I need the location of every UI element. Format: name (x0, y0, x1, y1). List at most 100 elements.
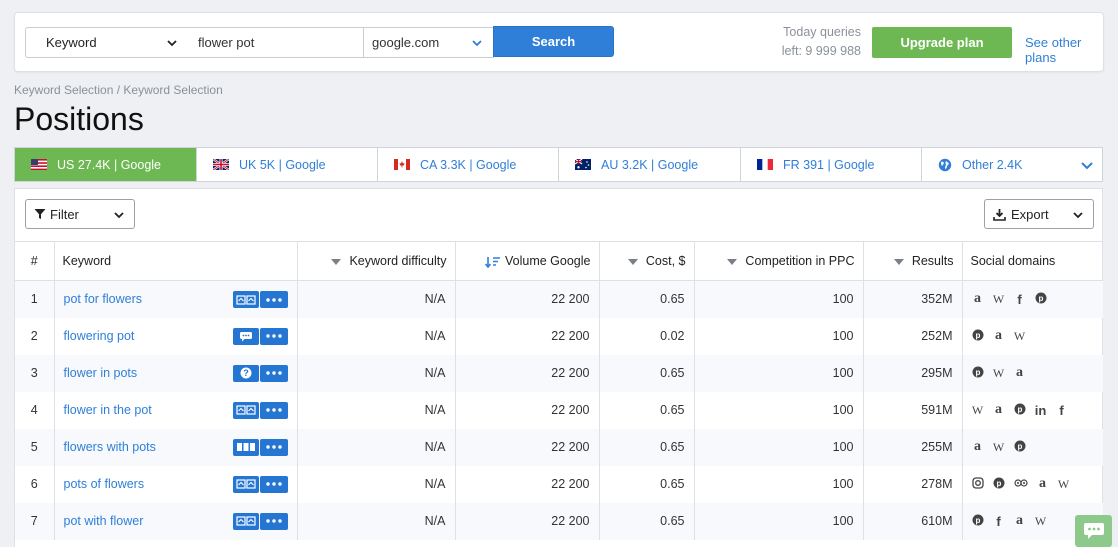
more-icon[interactable] (259, 291, 288, 308)
competition-cell: 100 (694, 502, 864, 540)
wikipedia-icon[interactable]: W (993, 292, 1005, 307)
keyword-link[interactable]: flowering pot (64, 329, 135, 343)
pinterest-icon[interactable]: p (1014, 403, 1026, 418)
keyword-link[interactable]: pot for flowers (64, 292, 143, 306)
facebook-icon[interactable]: f (1014, 292, 1026, 307)
volume-cell: 22 200 (455, 465, 600, 503)
amazon-icon[interactable]: a (972, 291, 984, 307)
wikipedia-icon[interactable]: W (972, 403, 984, 418)
table-row: 5 flowers with pots N/A 22 200 0.65 100 … (15, 428, 1103, 466)
chevron-down-icon[interactable] (1080, 159, 1094, 171)
facebook-icon[interactable]: f (1056, 403, 1068, 418)
competition-cell: 100 (694, 354, 864, 392)
col-header-difficulty-label: Keyword difficulty (349, 254, 447, 268)
more-icon[interactable] (259, 475, 288, 493)
facebook-icon[interactable]: f (993, 514, 1005, 529)
amazon-icon[interactable]: a (993, 328, 1005, 344)
wikipedia-icon[interactable]: W (1014, 329, 1026, 344)
tab-other[interactable]: Other 2.4K (922, 148, 1102, 181)
linkedin-icon[interactable]: in (1035, 403, 1047, 418)
keyword-actions (232, 512, 288, 530)
amazon-icon[interactable]: a (1014, 513, 1026, 529)
col-header-difficulty[interactable]: Keyword difficulty (297, 241, 456, 281)
col-header-volume[interactable]: Volume Google (455, 241, 600, 281)
tab-uk[interactable]: UK 5K | Google (197, 148, 378, 181)
competition-cell: 100 (694, 428, 864, 466)
keyword-link[interactable]: pot with flower (64, 514, 144, 528)
pinterest-icon[interactable]: p (1035, 292, 1047, 307)
svg-text:?: ? (243, 368, 249, 378)
keyword-link[interactable]: pots of flowers (64, 477, 145, 491)
tab-ca[interactable]: CA 3.3K | Google (378, 148, 559, 181)
tab-au[interactable]: AU 3.2K | Google (559, 148, 741, 181)
search-button[interactable]: Search (493, 26, 614, 57)
more-icon[interactable] (259, 364, 288, 382)
pinterest-icon[interactable]: p (972, 514, 984, 529)
keyword-link[interactable]: flower in the pot (64, 403, 152, 417)
results-cell: 352M (863, 280, 963, 318)
more-icon[interactable] (259, 327, 288, 345)
table-row: 2 flowering pot N/A 22 200 0.02 100 252M… (15, 317, 1103, 355)
see-other-plans-link[interactable]: See other plans (1025, 35, 1103, 65)
table-row: 6 pots of flowers N/A 22 200 0.65 100 27… (15, 465, 1103, 503)
tab-other-label: Other 2.4K (962, 157, 1023, 172)
col-header-num: # (15, 241, 55, 281)
chat-icon (1083, 523, 1104, 539)
export-button[interactable]: Export (984, 199, 1094, 229)
chat-button[interactable] (1075, 515, 1112, 547)
difficulty-cell: N/A (297, 465, 456, 503)
amazon-icon[interactable]: a (1014, 365, 1026, 381)
serp-compare-icon[interactable] (232, 401, 259, 419)
tripadvisor-icon[interactable] (1013, 477, 1028, 491)
results-cell: 255M (863, 428, 963, 466)
tab-fr[interactable]: FR 391 | Google (741, 148, 922, 181)
difficulty-cell: N/A (297, 391, 456, 429)
more-icon[interactable] (259, 401, 288, 419)
results-cell: 252M (863, 317, 963, 355)
pinterest-icon[interactable]: p (972, 329, 984, 344)
volume-cell: 22 200 (455, 317, 600, 355)
keyword-link[interactable]: flower in pots (64, 366, 138, 380)
table-row: 1 pot for flowers N/A 22 200 0.65 100 35… (15, 280, 1103, 318)
amazon-icon[interactable]: a (1037, 476, 1049, 492)
tab-us[interactable]: US 27.4K | Google (15, 148, 197, 181)
filter-button[interactable]: Filter (25, 199, 135, 229)
serp-compare-icon[interactable] (232, 475, 259, 493)
serp-compare-icon[interactable] (232, 512, 259, 530)
more-icon[interactable] (259, 438, 288, 456)
wikipedia-icon[interactable]: W (993, 366, 1005, 381)
pinterest-icon[interactable]: p (993, 477, 1005, 492)
columns-icon[interactable] (232, 438, 259, 456)
col-header-cost[interactable]: Cost, $ (599, 241, 695, 281)
row-number: 5 (15, 428, 55, 466)
results-cell: 591M (863, 391, 963, 429)
keyword-cell: pots of flowers (54, 465, 298, 503)
competition-cell: 100 (694, 465, 864, 503)
more-icon[interactable] (259, 512, 288, 530)
keyword-input[interactable]: flower pot (188, 27, 364, 58)
pinterest-icon[interactable]: p (972, 366, 984, 381)
instagram-icon[interactable] (971, 476, 984, 492)
keyword-link[interactable]: flowers with pots (64, 440, 156, 454)
col-header-keyword[interactable]: Keyword (54, 241, 298, 281)
serp-compare-icon[interactable] (232, 291, 259, 308)
amazon-icon[interactable]: a (972, 439, 984, 455)
cost-cell: 0.65 (599, 428, 695, 466)
wikipedia-icon[interactable]: W (1058, 477, 1070, 492)
col-header-competition[interactable]: Competition in PPC (694, 241, 864, 281)
domain-select[interactable]: google.com (363, 27, 494, 58)
cost-cell: 0.02 (599, 317, 695, 355)
col-header-results[interactable]: Results (863, 241, 963, 281)
sort-icon (893, 258, 904, 265)
upgrade-plan-button[interactable]: Upgrade plan (872, 27, 1012, 58)
tab-ca-label: CA 3.3K | Google (420, 157, 517, 172)
wikipedia-icon[interactable]: W (1035, 514, 1047, 529)
chat-bubble-icon[interactable] (232, 327, 259, 345)
svg-text:p: p (975, 516, 980, 525)
question-icon[interactable]: ? (232, 364, 259, 382)
wikipedia-icon[interactable]: W (993, 440, 1005, 455)
tab-uk-label: UK 5K | Google (239, 157, 326, 172)
pinterest-icon[interactable]: p (1014, 440, 1026, 455)
search-type-select[interactable]: Keyword (25, 27, 189, 58)
amazon-icon[interactable]: a (993, 402, 1005, 418)
